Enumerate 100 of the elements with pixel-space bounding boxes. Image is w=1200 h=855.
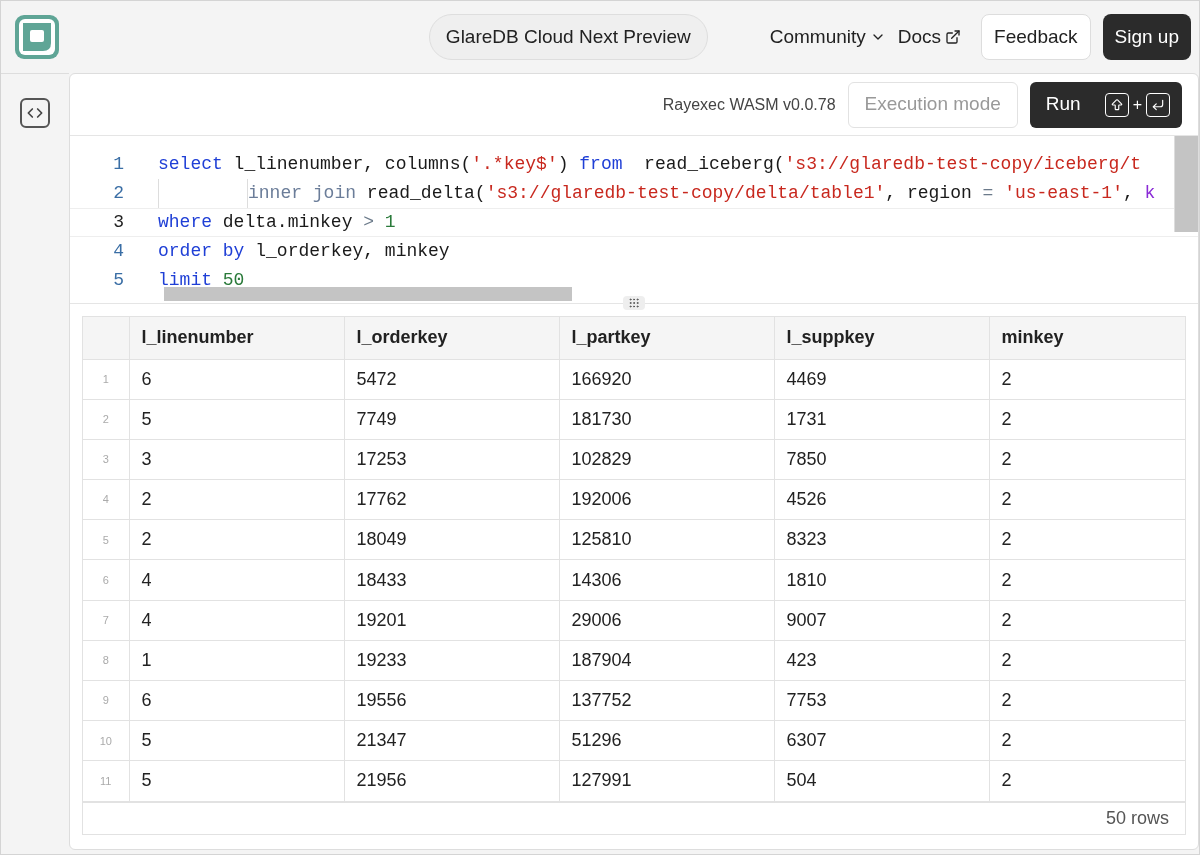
shift-key-icon: [1104, 92, 1129, 117]
table-cell: 7749: [344, 399, 559, 440]
table-cell: 2: [129, 519, 344, 560]
row-index: 10: [83, 720, 129, 761]
row-index: 3: [83, 439, 129, 480]
column-header[interactable]: l_partkey: [559, 317, 774, 359]
table-cell: 2: [129, 479, 344, 520]
code-line: limit 50: [158, 269, 245, 292]
row-index: 11: [83, 760, 129, 802]
table-cell: 127991: [559, 760, 774, 802]
table-cell: 7850: [774, 439, 989, 480]
table-cell: 19556: [344, 680, 559, 721]
external-link-icon: [945, 29, 962, 45]
docs-link[interactable]: Docs: [897, 22, 962, 52]
run-button[interactable]: Run +: [1029, 81, 1182, 128]
row-index: 6: [83, 559, 129, 601]
row-index: 4: [83, 479, 129, 520]
row-index: 7: [83, 600, 129, 641]
table-cell: 51296: [559, 720, 774, 761]
code-editor[interactable]: [70, 136, 1198, 304]
row-index: 2: [83, 399, 129, 440]
table-cell: 137752: [559, 680, 774, 721]
table-cell: 504: [774, 760, 989, 802]
resize-handle[interactable]: [623, 296, 645, 310]
column-header[interactable]: l_orderkey: [344, 317, 559, 359]
table-cell: 1: [129, 640, 344, 681]
table-cell: 192006: [559, 479, 774, 520]
table-cell: 2: [989, 760, 1185, 802]
table-cell: 3: [129, 439, 344, 480]
table-cell: 5: [129, 720, 344, 761]
signup-button[interactable]: Sign up: [1102, 14, 1191, 60]
table-cell: 1810: [774, 559, 989, 601]
table-cell: 4: [129, 600, 344, 641]
table-cell: 2: [989, 479, 1185, 520]
table-cell: 2: [989, 359, 1185, 400]
table-cell: 1731: [774, 399, 989, 440]
table-cell: 9007: [774, 600, 989, 641]
table-cell: 2: [989, 519, 1185, 560]
line-number: 1: [112, 153, 125, 176]
table-cell: 21956: [344, 760, 559, 802]
line-number: 3: [112, 211, 125, 234]
table-cell: 2: [989, 439, 1185, 480]
table-cell: 19233: [344, 640, 559, 681]
line-number: 5: [112, 269, 125, 292]
table-cell: 2: [989, 399, 1185, 440]
table-cell: 4526: [774, 479, 989, 520]
table-cell: 2: [989, 600, 1185, 641]
table-cell: 6: [129, 680, 344, 721]
version-label: Rayexec WASM v0.0.78: [662, 94, 836, 115]
table-cell: 4: [129, 559, 344, 601]
table-cell: 187904: [559, 640, 774, 681]
code-toggle-button[interactable]: [20, 98, 50, 128]
line-number: 4: [112, 240, 125, 263]
table-cell: 8323: [774, 519, 989, 560]
table-cell: 14306: [559, 559, 774, 601]
column-header[interactable]: minkey: [989, 317, 1185, 359]
column-header[interactable]: l_suppkey: [774, 317, 989, 359]
row-index: 5: [83, 519, 129, 560]
row-index: 1: [83, 359, 129, 400]
table-cell: 2: [989, 720, 1185, 761]
feedback-button[interactable]: Feedback: [981, 14, 1091, 60]
table-cell: 125810: [559, 519, 774, 560]
row-index: 9: [83, 680, 129, 721]
community-menu[interactable]: Community: [769, 22, 886, 52]
row-count: 50 rows: [1105, 807, 1169, 830]
table-cell: 5472: [344, 359, 559, 400]
horizontal-scrollbar[interactable]: [164, 287, 572, 301]
table-cell: 17762: [344, 479, 559, 520]
table-cell: 6307: [774, 720, 989, 761]
table-cell: 2: [989, 680, 1185, 721]
table-cell: 7753: [774, 680, 989, 721]
table-cell: 5: [129, 399, 344, 440]
table-cell: 4469: [774, 359, 989, 400]
table-cell: 21347: [344, 720, 559, 761]
plus-sign: +: [1132, 94, 1142, 115]
table-cell: 2: [989, 559, 1185, 601]
table-cell: 17253: [344, 439, 559, 480]
table-cell: 18049: [344, 519, 559, 560]
table-cell: 29006: [559, 600, 774, 641]
enter-key-icon: [1146, 92, 1170, 117]
line-number: 2: [112, 182, 125, 205]
code-line: where delta.minkey > 1: [158, 211, 396, 234]
table-cell: 166920: [559, 359, 774, 400]
logo-icon[interactable]: [13, 13, 61, 61]
table-cell: 6: [129, 359, 344, 400]
table-cell: 181730: [559, 399, 774, 440]
table-cell: 19201: [344, 600, 559, 641]
table-cell: 18433: [344, 559, 559, 601]
table-cell: 5: [129, 760, 344, 802]
table-cell: 423: [774, 640, 989, 681]
row-index: 8: [83, 640, 129, 681]
code-line: order by l_orderkey, minkey: [158, 240, 450, 263]
code-line: inner join read_delta('s3://glaredb-test-copy/delta/table1', region = 'us-east-1', k: [248, 182, 1156, 205]
vertical-scrollbar[interactable]: [1174, 136, 1198, 232]
code-line: select l_linenumber, columns('.*key$') from read_iceberg('s3://glaredb-test-copy/iceberg/t: [158, 153, 1141, 176]
table-cell: 2: [989, 640, 1185, 681]
table-cell: 102829: [559, 439, 774, 480]
preview-badge: GlareDB Cloud Next Preview: [428, 13, 708, 61]
code-icon: [27, 105, 43, 121]
column-header[interactable]: l_linenumber: [129, 317, 344, 359]
